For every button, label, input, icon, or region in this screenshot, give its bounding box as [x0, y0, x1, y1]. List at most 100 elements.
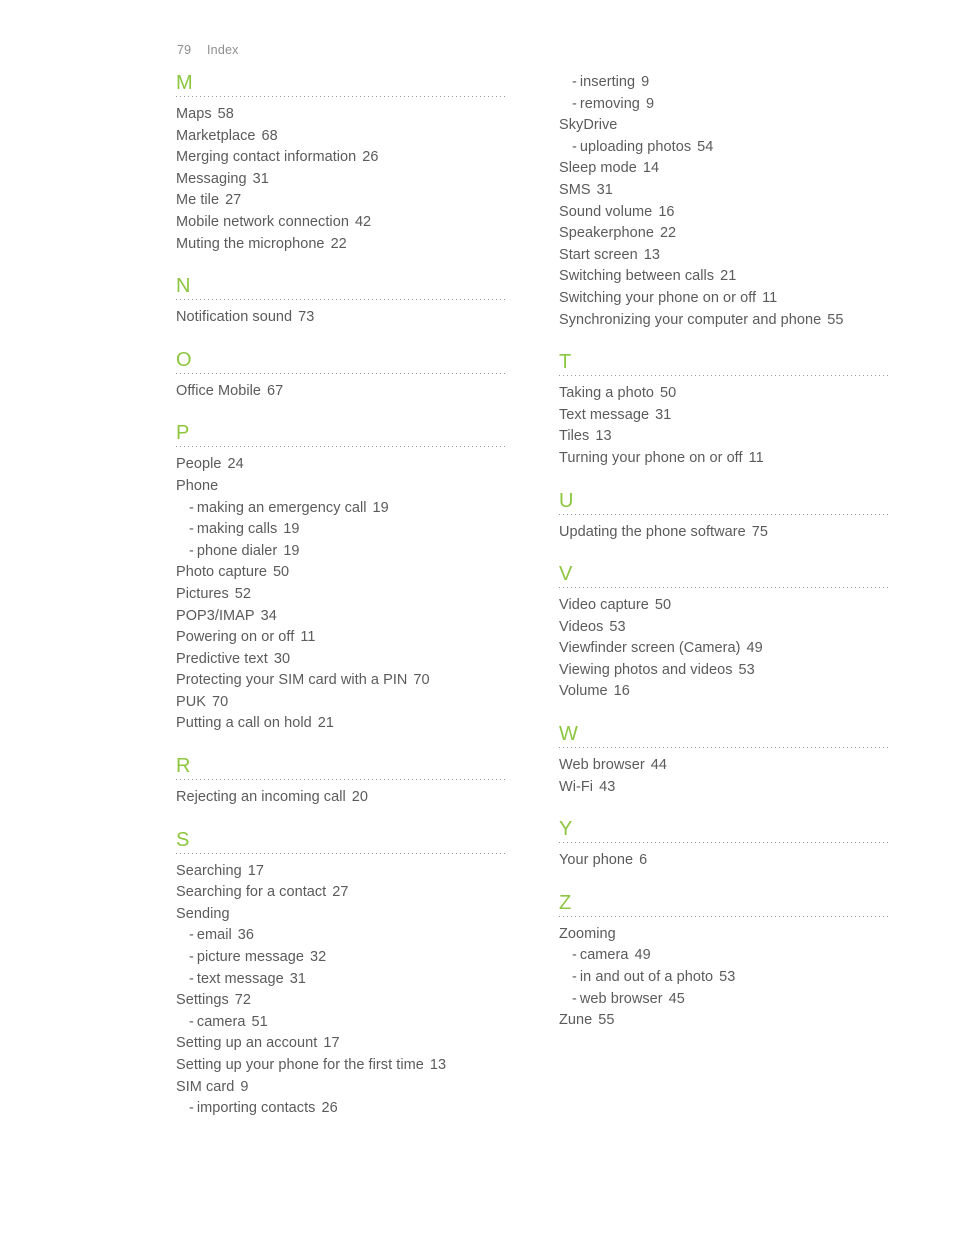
index-entry[interactable]: Setting up your phone for the first time… [176, 1055, 507, 1077]
index-entry[interactable]: Searching for a contact 27 [176, 882, 507, 904]
index-entry[interactable]: Taking a photo 50 [559, 383, 890, 405]
index-entry[interactable]: Your phone 6 [559, 850, 890, 872]
index-subentry[interactable]: - camera 49 [559, 945, 890, 967]
index-entry[interactable]: Powering on or off 11 [176, 627, 507, 649]
index-subentry[interactable]: - in and out of a photo 53 [559, 967, 890, 989]
index-entry[interactable]: Speakerphone 22 [559, 223, 890, 245]
index-entry[interactable]: SIM card 9 [176, 1077, 507, 1099]
index-entry-list: Maps 58 Marketplace 68 Merging contact infor… [176, 104, 507, 255]
index-entry[interactable]: Notification sound 73 [176, 307, 507, 329]
index-section-p: P People 24 Phone - making an emergency call 1… [176, 422, 507, 735]
index-subentry[interactable]: - web browser 45 [559, 989, 890, 1011]
index-entry-page-number: 54 [697, 138, 714, 155]
index-entry-page-number: 26 [321, 1100, 338, 1117]
index-subentry[interactable]: - text message 31 [176, 969, 507, 991]
index-entry-page-number: 26 [362, 149, 379, 166]
index-entry[interactable]: Updating the phone software 75 [559, 522, 890, 544]
index-entry-page-number: 55 [598, 1012, 615, 1029]
index-entry[interactable]: POP3/IMAP 34 [176, 606, 507, 628]
index-section-z: Z Zooming - camera 49- in and out of a photo 5… [559, 892, 890, 1032]
index-entry-label: Video capture [559, 597, 649, 614]
index-entry[interactable]: Volume 16 [559, 681, 890, 703]
index-subentry[interactable]: - phone dialer 19 [176, 541, 507, 563]
index-subentry[interactable]: - uploading photos 54 [559, 137, 890, 159]
index-entry-label: importing contacts [196, 1100, 316, 1117]
index-entry-label: Zune [559, 1012, 593, 1029]
index-entry[interactable]: Sound volume 16 [559, 202, 890, 224]
index-entry-list: - inserting 9- removing 9 SkyDrive - uploading … [559, 72, 890, 331]
index-entry[interactable]: Videos 53 [559, 617, 890, 639]
index-entry[interactable]: Marketplace 68 [176, 126, 507, 148]
index-section-r: R Rejecting an incoming call 20 [176, 755, 507, 809]
index-entry[interactable]: Rejecting an incoming call 20 [176, 787, 507, 809]
index-entry[interactable]: Zune 55 [559, 1010, 890, 1032]
index-entry[interactable]: Mobile network connection 42 [176, 212, 507, 234]
index-entry[interactable]: Viewing photos and videos 53 [559, 660, 890, 682]
index-entry[interactable]: Zooming [559, 924, 890, 946]
index-entry-label: SkyDrive [559, 117, 618, 134]
index-entry[interactable]: Photo capture 50 [176, 562, 507, 584]
index-entry[interactable]: Maps 58 [176, 104, 507, 126]
index-entry-label: Powering on or off [176, 629, 295, 646]
index-entry[interactable]: Setting up an account 17 [176, 1033, 507, 1055]
index-entry[interactable]: Searching 17 [176, 861, 507, 883]
index-entry-page-number: 70 [211, 693, 229, 710]
index-subentry[interactable]: - making calls 19 [176, 519, 507, 541]
index-entry[interactable]: Viewfinder screen (Camera) 49 [559, 638, 890, 660]
index-entry[interactable]: Sending [176, 904, 507, 926]
index-entry[interactable]: Tiles 13 [559, 426, 890, 448]
section-divider [559, 747, 890, 749]
index-entry[interactable]: SMS 31 [559, 180, 890, 202]
subentry-dash: - [572, 74, 577, 90]
index-entry[interactable]: Putting a call on hold 21 [176, 713, 507, 735]
index-entry-page-number: 21 [720, 268, 737, 285]
index-entry-page-number: 13 [595, 428, 612, 445]
index-subentry[interactable]: - camera 51 [176, 1012, 507, 1034]
index-entry[interactable]: Phone [176, 476, 507, 498]
index-entry[interactable]: Predictive text 30 [176, 649, 507, 671]
index-entry[interactable]: Turning your phone on or off 11 [559, 448, 890, 470]
index-entry[interactable]: Sleep mode 14 [559, 158, 890, 180]
index-entry-page-number: 55 [827, 311, 844, 328]
index-entry-page-number: 17 [323, 1035, 340, 1052]
index-entry-label: Wi-Fi [559, 778, 594, 795]
index-entry[interactable]: Protecting your SIM card with a PIN 70 [176, 670, 507, 692]
section-divider [559, 842, 890, 844]
index-entry-page-number: 24 [227, 456, 244, 473]
index-entry-label: Start screen [559, 246, 638, 263]
index-subentry[interactable]: - removing 9 [559, 94, 890, 116]
index-entry-label: Tiles [559, 428, 590, 445]
index-entry[interactable]: PUK 70 [176, 692, 507, 714]
index-entry-page-number: 31 [596, 181, 613, 198]
index-entry[interactable]: Video capture 50 [559, 595, 890, 617]
index-subentry[interactable]: - inserting 9 [559, 72, 890, 94]
section-divider [559, 915, 890, 917]
index-subentry[interactable]: - email 36 [176, 925, 507, 947]
index-subentry[interactable]: - importing contacts 26 [176, 1098, 507, 1120]
index-entry[interactable]: Muting the microphone 22 [176, 234, 507, 256]
index-entry-page-number: 50 [272, 564, 290, 581]
index-entry[interactable]: Merging contact information 26 [176, 147, 507, 169]
index-entry[interactable]: People 24 [176, 454, 507, 476]
index-entry[interactable]: Text message 31 [559, 405, 890, 427]
index-entry[interactable]: Start screen 13 [559, 245, 890, 267]
index-entry[interactable]: Messaging 31 [176, 169, 507, 191]
index-section-n: N Notification sound 73 [176, 275, 507, 329]
index-entry-label: Pictures [176, 585, 229, 602]
index-subentry[interactable]: - making an emergency call 19 [176, 498, 507, 520]
index-entry-label: SIM card [176, 1078, 235, 1095]
index-entry[interactable]: Web browser 44 [559, 755, 890, 777]
index-entry[interactable]: SkyDrive [559, 115, 890, 137]
index-entry[interactable]: Wi-Fi 43 [559, 777, 890, 799]
index-entry[interactable]: Pictures 52 [176, 584, 507, 606]
index-entry[interactable]: Switching between calls 21 [559, 266, 890, 288]
section-divider [559, 587, 890, 589]
index-entry[interactable]: Settings 72 [176, 990, 507, 1012]
left-column: M Maps 58 Marketplace 68 Merging contact info… [176, 72, 507, 1120]
index-entry[interactable]: Switching your phone on or off 11 [559, 288, 890, 310]
index-entry[interactable]: Me tile 27 [176, 190, 507, 212]
index-subentry[interactable]: - picture message 32 [176, 947, 507, 969]
index-entry[interactable]: Office Mobile 67 [176, 381, 507, 403]
index-entry[interactable]: Synchronizing your computer and phone 55 [559, 310, 890, 332]
index-section-continued: - inserting 9- removing 9 SkyDrive - uploading … [559, 72, 890, 331]
